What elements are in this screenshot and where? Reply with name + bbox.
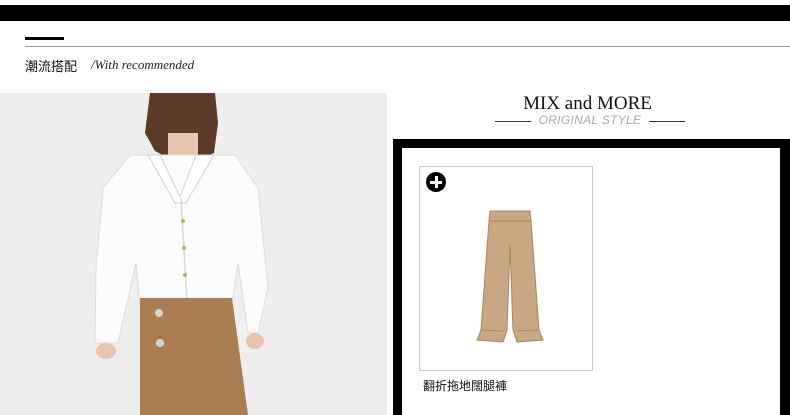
header-accent-line [25,37,64,40]
model-photo [0,93,387,415]
product-image[interactable] [455,205,565,350]
subtitle-right-line [649,121,685,122]
mix-subtitle-group: ORIGINAL STYLE [495,113,685,129]
product-name[interactable]: 翻折拖地闊腿褲 [423,377,507,394]
mix-title: MIX and MORE [523,93,652,114]
mix-subtitle: ORIGINAL STYLE [538,113,642,127]
section-header: 潮流搭配 /With recommended [25,37,790,77]
top-banner-bar [0,5,790,21]
section-title: 潮流搭配 [25,59,78,74]
header-divider [25,46,790,47]
section-subtitle: /With recommended [91,57,195,72]
plus-circle-icon[interactable] [426,172,446,192]
